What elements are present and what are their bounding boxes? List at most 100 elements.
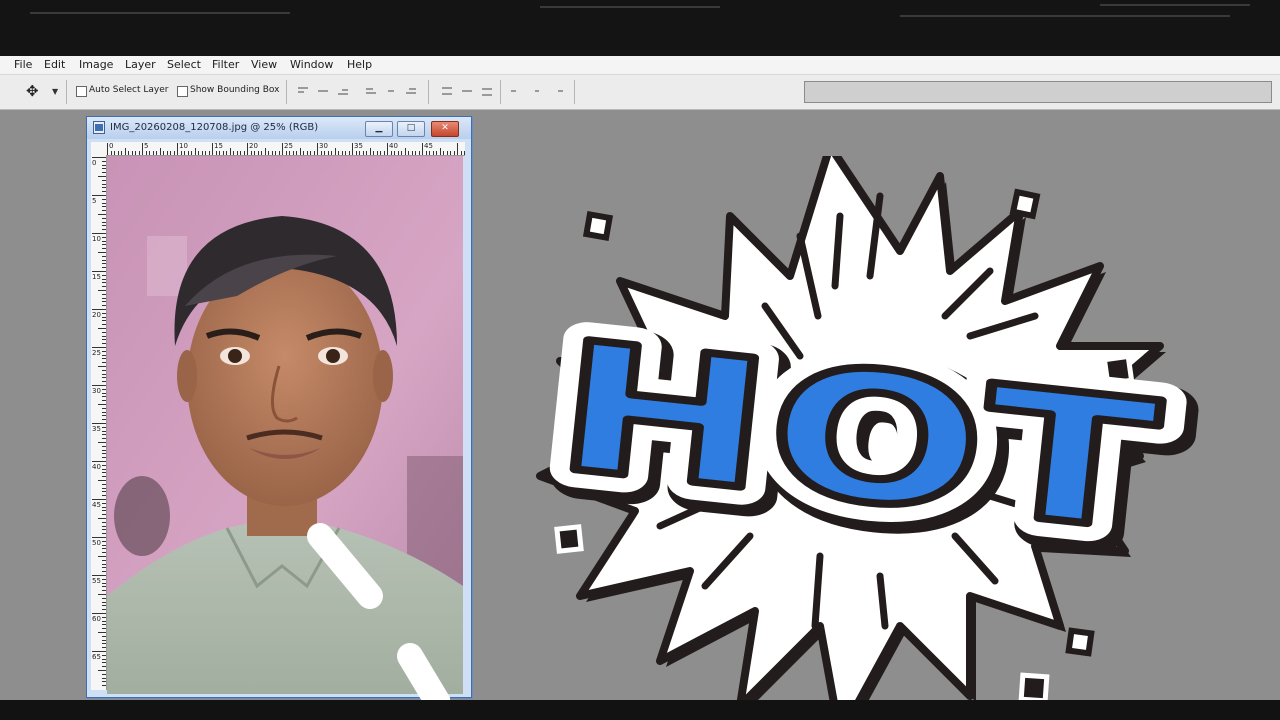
ruler-tick [324,151,325,155]
menu-select[interactable]: Select [167,58,201,71]
ruler-tick [341,151,343,155]
ruler-tick [102,354,106,356]
distribute-bottom-icon[interactable] [480,86,494,96]
ruler-tick [102,453,106,455]
ruler-label: 20 [249,142,258,150]
close-button[interactable]: ✕ [431,121,459,137]
ruler-tick [102,343,106,345]
maximize-button[interactable]: □ [397,121,425,137]
ruler-tick [170,151,171,155]
decorative-white-strokes [307,523,450,700]
horizontal-ruler[interactable]: 0 5 10 15 20 25 30 35 40 45 [91,142,465,156]
ruler-tick [156,151,157,155]
ruler-tick [102,434,106,436]
ruler-tick [102,369,106,371]
align-right-icon[interactable] [404,86,418,96]
ruler-tick [102,605,106,607]
ruler-label: 45 [92,501,101,509]
document-title: IMG_20260208_120708.jpg @ 25% (RGB) [110,122,319,133]
menu-filter[interactable]: Filter [212,58,239,71]
ruler-tick [102,483,106,485]
ruler-tick [208,151,210,155]
ruler-tick [317,143,318,155]
separator [500,80,501,104]
ruler-tick [222,151,224,155]
align-bottom-icon[interactable] [336,86,350,96]
ruler-tick [102,544,106,546]
ruler-tick [102,590,106,592]
bounding-box-label: Show Bounding Box [190,85,280,95]
ruler-label: 25 [284,142,293,150]
ruler-label: 5 [144,142,149,150]
ruler-tick [453,151,455,155]
minimize-button[interactable]: ▁ [365,121,393,137]
vertical-ruler[interactable]: 0 5 10 15 20 25 30 35 40 45 50 55 60 65 [91,155,107,690]
align-left-icon[interactable] [364,86,378,96]
ruler-tick [460,151,462,155]
ruler-tick [102,236,106,238]
menu-help[interactable]: Help [347,58,372,71]
ruler-tick [102,502,106,504]
distribute-horizontal-icon[interactable] [530,86,544,96]
distribute-top-icon[interactable] [440,86,454,96]
ruler-tick [102,495,106,497]
menu-layer[interactable]: Layer [125,58,156,71]
ruler-label: 15 [92,273,101,281]
ruler-label: 50 [92,539,101,547]
ruler-tick [135,151,136,155]
ruler-tick [102,472,106,474]
bounding-box-checkbox[interactable] [177,86,188,97]
tool-preset-dropdown-icon[interactable]: ▼ [52,87,58,96]
move-tool-icon[interactable]: ✥ [26,82,48,100]
palette-well[interactable] [804,81,1272,103]
ruler-tick [102,601,106,603]
ruler-tick [415,151,416,155]
ruler-tick [394,151,395,155]
ruler-tick [102,312,106,314]
ruler-tick [348,151,350,155]
ruler-tick [229,148,231,155]
ruler-tick [102,628,106,630]
auto-select-checkbox[interactable] [76,86,87,97]
ruler-tick [110,151,112,155]
distribute-center-icon[interactable] [460,86,474,96]
align-vertical-center-icon[interactable] [316,86,330,96]
ruler-tick [327,151,329,155]
ruler-tick [233,151,234,155]
ruler-tick [102,571,106,573]
align-horizontal-center-icon[interactable] [384,86,398,96]
ruler-tick [303,151,304,155]
ruler-tick [102,172,106,174]
ruler-tick [102,229,106,231]
ruler-tick [408,151,409,155]
ruler-tick [102,639,106,641]
menu-edit[interactable]: Edit [44,58,65,71]
document-titlebar[interactable]: IMG_20260208_120708.jpg @ 25% (RGB) ▁ □ … [87,117,471,139]
ruler-tick [102,331,106,333]
menu-file[interactable]: File [14,58,32,71]
ruler-tick [102,286,106,288]
ruler-tick [102,388,106,390]
menu-window[interactable]: Window [290,58,333,71]
ruler-tick [310,151,311,155]
ruler-tick [180,151,182,155]
ruler-tick [117,151,119,155]
ruler-tick [102,407,106,409]
ruler-tick [131,151,133,155]
ruler-tick [219,151,220,155]
ruler-tick [194,148,196,155]
ruler-tick [191,151,192,155]
ruler-tick [102,301,106,303]
ruler-tick [404,148,406,155]
align-top-icon[interactable] [296,86,310,96]
distribute-left-icon[interactable] [510,86,524,96]
distribute-right-icon[interactable] [550,86,564,96]
ruler-tick [102,362,106,364]
ruler-label: 30 [319,142,328,150]
menu-image[interactable]: Image [79,58,113,71]
ruler-tick [92,651,106,652]
ruler-tick [102,487,106,489]
ruler-tick [92,195,106,196]
menu-view[interactable]: View [251,58,277,71]
ruler-tick [247,143,248,155]
